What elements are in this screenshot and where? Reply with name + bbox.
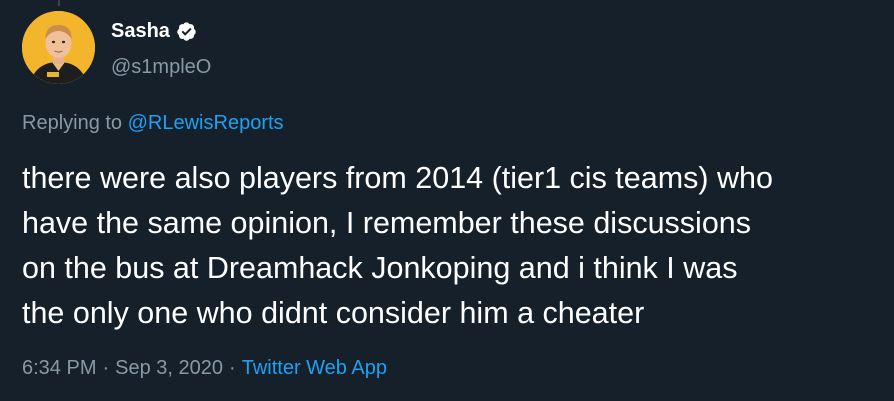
replying-to-line: Replying to @RLewisReports	[22, 110, 284, 136]
meta-separator-2: ·	[229, 357, 236, 379]
meta-separator: ·	[102, 357, 110, 379]
replying-to-label: Replying to	[22, 112, 128, 134]
author-name[interactable]: Sasha	[111, 18, 170, 44]
avatar-image	[22, 11, 95, 84]
author-name-row: Sasha	[111, 18, 211, 44]
tweet-text: there were also players from 2014 (tier1…	[22, 161, 773, 330]
tweet-time[interactable]: 6:34 PM	[22, 357, 96, 379]
tweet-meta: 6:34 PM · Sep 3, 2020 · Twitter Web App	[22, 355, 387, 381]
tweet-card: Sasha @s1mpleO Replying to @RLewisReport…	[0, 0, 894, 401]
tweet-source-link[interactable]: Twitter Web App	[242, 357, 387, 379]
avatar[interactable]	[22, 11, 95, 84]
author-block: Sasha @s1mpleO	[111, 18, 211, 80]
thread-connector-line	[58, 0, 60, 6]
tweet-date[interactable]: Sep 3, 2020	[115, 357, 223, 379]
verified-badge-icon	[176, 21, 197, 42]
author-handle[interactable]: @s1mpleO	[111, 54, 211, 80]
reply-target-link[interactable]: @RLewisReports	[128, 112, 284, 134]
